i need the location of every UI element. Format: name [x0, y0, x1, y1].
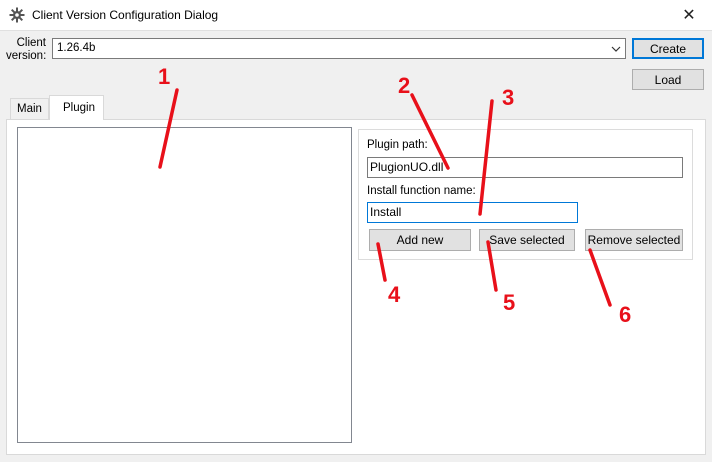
close-button[interactable]: ✕	[666, 0, 712, 30]
client-version-value: 1.26.4b	[57, 42, 96, 54]
client-version-label: Client version:	[6, 37, 47, 62]
install-function-input[interactable]: Install	[367, 202, 578, 223]
title-bar: Client Version Configuration Dialog ✕	[0, 0, 712, 31]
install-function-label: Install function name:	[367, 185, 476, 197]
window-title: Client Version Configuration Dialog	[32, 8, 219, 22]
load-button[interactable]: Load	[632, 69, 704, 90]
close-icon: ✕	[682, 7, 696, 24]
annotation-number-5: 5	[503, 290, 516, 315]
save-selected-button[interactable]: Save selected	[479, 229, 575, 251]
annotation-number-6: 6	[619, 302, 632, 327]
plugin-listbox[interactable]	[17, 127, 352, 443]
annotation-number-3: 3	[502, 85, 515, 110]
create-button[interactable]: Create	[632, 38, 704, 59]
tab-main[interactable]: Main	[10, 98, 49, 119]
remove-selected-button[interactable]: Remove selected	[585, 229, 683, 251]
annotation-number-2: 2	[398, 73, 411, 98]
gear-app-icon	[9, 7, 25, 23]
annotation-number-1: 1	[158, 64, 171, 89]
plugin-path-input[interactable]: PlugionUO.dll	[367, 157, 683, 178]
chevron-down-icon[interactable]	[609, 42, 623, 56]
plugin-path-label: Plugin path:	[367, 139, 428, 151]
client-version-combobox[interactable]: 1.26.4b	[52, 38, 626, 59]
tab-plugin[interactable]: Plugin	[49, 95, 104, 120]
add-new-button[interactable]: Add new	[369, 229, 471, 251]
annotation-number-4: 4	[388, 282, 401, 307]
